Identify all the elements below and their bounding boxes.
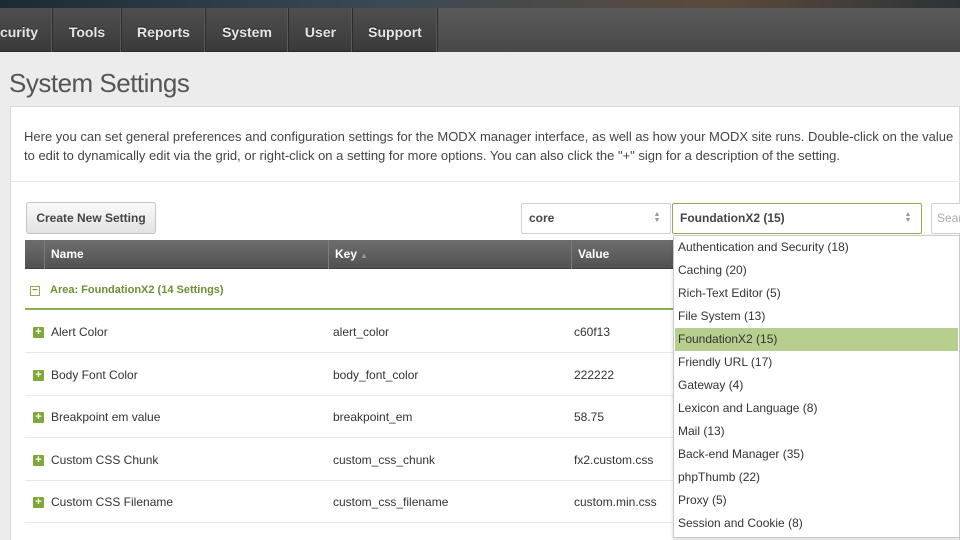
- cell-value[interactable]: fx2.custom.css: [574, 453, 653, 467]
- page-description: Here you can set general preferences and…: [24, 127, 960, 165]
- dropdown-option[interactable]: Friendly URL (17): [675, 351, 958, 374]
- nav-item-tools[interactable]: Tools: [53, 8, 122, 52]
- table-row[interactable]: + Body Font Color body_font_color 222222: [25, 354, 675, 396]
- updown-arrows-icon: ▲ ▼: [904, 211, 912, 224]
- nav-item-support[interactable]: Support: [353, 8, 438, 52]
- column-header-key[interactable]: Key ▲: [328, 240, 571, 269]
- expand-plus-icon[interactable]: +: [33, 497, 44, 508]
- area-dropdown-list: Authentication and Security (18) Caching…: [673, 235, 960, 538]
- table-row[interactable]: + Alert Color alert_color c60f13: [25, 311, 675, 353]
- cell-key: custom_css_chunk: [333, 453, 436, 467]
- cell-key: custom_css_filename: [333, 495, 449, 509]
- nav-item-reports[interactable]: Reports: [122, 8, 206, 52]
- page-title: System Settings: [9, 68, 190, 98]
- expand-plus-icon[interactable]: +: [33, 327, 44, 338]
- dropdown-option[interactable]: File System (13): [675, 305, 958, 328]
- nav-item-user[interactable]: User: [289, 8, 353, 52]
- sort-ascending-icon: ▲: [360, 251, 368, 260]
- nav-item-security[interactable]: curity: [0, 8, 53, 52]
- cell-name: Custom CSS Filename: [51, 495, 174, 509]
- dropdown-option[interactable]: Authentication and Security (18): [675, 236, 958, 259]
- dropdown-option-selected[interactable]: FoundationX2 (15): [675, 328, 958, 351]
- cell-name: Alert Color: [51, 325, 108, 339]
- dropdown-option[interactable]: Caching (20): [675, 259, 958, 282]
- nav-item-system[interactable]: System: [206, 8, 289, 52]
- column-header-name[interactable]: Name: [44, 240, 328, 269]
- area-combo-value: FoundationX2 (15): [680, 211, 785, 225]
- cell-key: body_font_color: [333, 368, 419, 382]
- dropdown-option[interactable]: Lexicon and Language (8): [675, 397, 958, 420]
- namespace-combo-value: core: [529, 211, 555, 225]
- cell-key: breakpoint_em: [333, 410, 413, 424]
- cell-name: Breakpoint em value: [51, 410, 161, 424]
- cell-value[interactable]: 58.75: [574, 410, 604, 424]
- column-header-value[interactable]: Value: [571, 240, 675, 269]
- collapse-minus-icon[interactable]: −: [30, 286, 40, 296]
- description-line-2: to edit to dynamically edit via the grid…: [24, 148, 841, 163]
- description-divider: [11, 181, 960, 182]
- dropdown-option[interactable]: Proxy (5): [675, 489, 958, 512]
- dropdown-option[interactable]: Back-end Manager (35): [675, 443, 958, 466]
- top-strip: [0, 0, 960, 8]
- grid-header: Name Key ▲ Value: [25, 240, 675, 269]
- expand-plus-icon[interactable]: +: [33, 370, 44, 381]
- dropdown-option[interactable]: Mail (13): [675, 420, 958, 443]
- search-input[interactable]: Sear: [931, 203, 960, 234]
- namespace-combo[interactable]: core ▲ ▼: [521, 203, 671, 234]
- create-new-setting-button[interactable]: Create New Setting: [26, 202, 156, 234]
- dropdown-option[interactable]: Gateway (4): [675, 374, 958, 397]
- dropdown-option[interactable]: Session and Cookie (8): [675, 512, 958, 535]
- cell-value[interactable]: custom.min.css: [574, 495, 657, 509]
- dropdown-option[interactable]: phpThumb (22): [675, 466, 958, 489]
- grid-group-row[interactable]: − Area: FoundationX2 (14 Settings): [25, 270, 675, 310]
- expand-plus-icon[interactable]: +: [33, 412, 44, 423]
- cell-value[interactable]: 222222: [574, 368, 614, 382]
- expand-plus-icon[interactable]: +: [33, 455, 44, 466]
- cell-name: Custom CSS Chunk: [51, 453, 159, 467]
- description-line-1: Here you can set general preferences and…: [24, 129, 954, 144]
- table-row[interactable]: + Breakpoint em value breakpoint_em 58.7…: [25, 396, 675, 438]
- column-header-value-label: Value: [578, 247, 610, 261]
- nav-filler: [438, 8, 960, 52]
- updown-arrows-icon: ▲ ▼: [653, 211, 661, 224]
- top-navigation: curity Tools Reports System User Support: [0, 8, 960, 52]
- dropdown-option[interactable]: Rich-Text Editor (5): [675, 282, 958, 305]
- table-row[interactable]: + Custom CSS Filename custom_css_filenam…: [25, 481, 675, 523]
- cell-key: alert_color: [333, 325, 390, 339]
- area-combo[interactable]: FoundationX2 (15) ▲ ▼: [672, 203, 922, 234]
- cell-value[interactable]: c60f13: [574, 325, 610, 339]
- table-row[interactable]: + Custom CSS Chunk custom_css_chunk fx2.…: [25, 439, 675, 481]
- group-label: Area: FoundationX2 (14 Settings): [50, 284, 224, 296]
- cell-name: Body Font Color: [51, 368, 138, 382]
- column-header-name-label: Name: [51, 247, 84, 261]
- column-header-key-label: Key: [335, 247, 358, 261]
